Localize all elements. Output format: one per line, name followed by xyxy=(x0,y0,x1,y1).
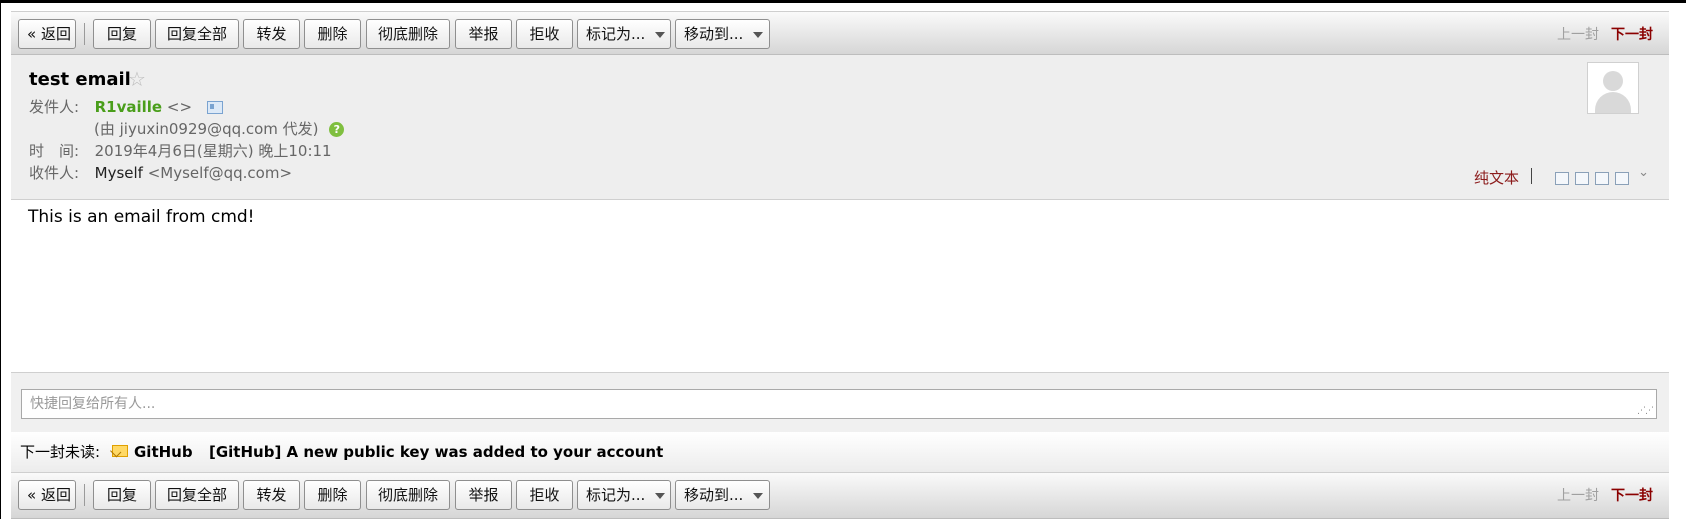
window-left-border xyxy=(0,0,1,519)
prev-email-link[interactable]: 上一封 xyxy=(1557,24,1599,44)
toolbar-separator xyxy=(84,23,85,45)
reject-button[interactable]: 拒收 xyxy=(516,19,573,49)
time-row: 时 间: 2019年4月6日(星期六) 晚上10:11 xyxy=(29,140,332,161)
print-icon[interactable] xyxy=(1615,171,1629,185)
header-tool-icons xyxy=(1549,170,1629,186)
envelope-icon xyxy=(112,445,128,457)
delete-button[interactable]: 删除 xyxy=(304,19,361,49)
star-icon[interactable]: ☆ xyxy=(128,67,146,91)
quick-reply-input[interactable]: 快捷回复给所有人... xyxy=(21,389,1657,419)
mark-as-label: 标记为... xyxy=(586,486,646,504)
chevron-down-icon xyxy=(753,492,764,499)
top-toolbar: « 返回 回复 回复全部 转发 删除 彻底删除 举报 拒收 标记为... 移动到… xyxy=(11,11,1669,55)
chevron-down-icon xyxy=(753,31,764,38)
quick-reply-area: 快捷回复给所有人... ⋰⋰ xyxy=(11,372,1669,432)
reply-button[interactable]: 回复 xyxy=(93,480,151,510)
chevron-down-icon xyxy=(655,31,666,38)
move-to-label: 移动到... xyxy=(684,25,744,43)
forward-button[interactable]: 转发 xyxy=(243,19,300,49)
back-button[interactable]: « 返回 xyxy=(18,19,76,49)
next-unread-subject[interactable]: [GitHub] A new public key was added to y… xyxy=(209,432,663,472)
proxy-row: (由 jiyuxin0929@qq.com 代发) ? xyxy=(94,118,345,139)
mark-as-dropdown[interactable]: 标记为... xyxy=(577,480,671,510)
move-to-dropdown[interactable]: 移动到... xyxy=(675,480,770,510)
report-button[interactable]: 举报 xyxy=(455,480,512,510)
mark-as-dropdown[interactable]: 标记为... xyxy=(577,19,671,49)
delete-button[interactable]: 删除 xyxy=(304,480,361,510)
email-subject: test email xyxy=(29,69,131,90)
new-window-icon[interactable] xyxy=(1555,171,1569,185)
chevron-down-icon xyxy=(655,492,666,499)
mark-as-label: 标记为... xyxy=(586,25,646,43)
recipient-name[interactable]: Myself xyxy=(95,164,143,182)
recipient-label: 收件人: xyxy=(29,164,80,182)
reply-all-button[interactable]: 回复全部 xyxy=(155,19,239,49)
sender-label: 发件人: xyxy=(29,98,80,116)
reply-button[interactable]: 回复 xyxy=(93,19,151,49)
reply-all-button[interactable]: 回复全部 xyxy=(155,480,239,510)
reject-button[interactable]: 拒收 xyxy=(516,480,573,510)
next-email-link[interactable]: 下一封 xyxy=(1611,24,1653,44)
view-source-icon[interactable] xyxy=(1575,171,1589,185)
proxy-text: (由 jiyuxin0929@qq.com 代发) xyxy=(94,120,319,138)
resize-grip-icon[interactable]: ⋰⋰ xyxy=(1637,406,1654,416)
move-to-label: 移动到... xyxy=(684,486,744,504)
avatar-icon xyxy=(1587,62,1639,114)
forward-button[interactable]: 转发 xyxy=(243,480,300,510)
delete-permanently-button[interactable]: 彻底删除 xyxy=(366,19,450,49)
next-unread-from[interactable]: GitHub xyxy=(134,432,193,472)
save-icon[interactable] xyxy=(1595,171,1609,185)
header-tools-separator xyxy=(1531,168,1532,184)
sender-name[interactable]: R1vaille xyxy=(95,98,163,116)
move-to-dropdown[interactable]: 移动到... xyxy=(675,19,770,49)
window-top-border xyxy=(0,0,1686,3)
report-button[interactable]: 举报 xyxy=(455,19,512,49)
delete-permanently-button[interactable]: 彻底删除 xyxy=(366,480,450,510)
email-header: test email ☆ 发件人: R1vaille <> (由 jiyuxin… xyxy=(11,55,1669,200)
time-label: 时 间: xyxy=(29,142,80,160)
contact-card-icon[interactable] xyxy=(206,101,223,114)
next-unread-label: 下一封未读: xyxy=(20,443,101,461)
bottom-toolbar: « 返回 回复 回复全部 转发 删除 彻底删除 举报 拒收 标记为... 移动到… xyxy=(11,472,1669,519)
next-unread-bar: 下一封未读: GitHub [GitHub] A new public key … xyxy=(11,432,1669,472)
email-body: This is an email from cmd! xyxy=(28,207,255,227)
recipient-row: 收件人: Myself <Myself@qq.com> xyxy=(29,162,292,183)
prev-email-link[interactable]: 上一封 xyxy=(1557,485,1599,505)
sender-address: <> xyxy=(166,98,193,116)
recipient-address: <Myself@qq.com> xyxy=(147,164,293,182)
sender-row: 发件人: R1vaille <> xyxy=(29,96,223,117)
time-value: 2019年4月6日(星期六) 晚上10:11 xyxy=(94,142,332,160)
next-email-link[interactable]: 下一封 xyxy=(1611,485,1653,505)
help-icon[interactable]: ? xyxy=(329,122,345,137)
back-button[interactable]: « 返回 xyxy=(18,480,76,510)
plain-text-link[interactable]: 纯文本 xyxy=(1474,167,1519,188)
toolbar-separator xyxy=(84,484,85,506)
more-chevron-icon[interactable]: ⌄ xyxy=(1638,165,1649,180)
